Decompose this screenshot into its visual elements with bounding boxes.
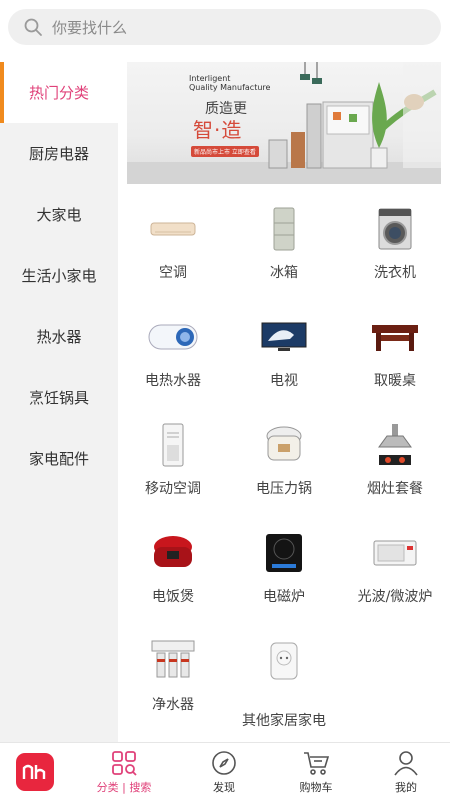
- product-washing-machine[interactable]: 洗衣机: [340, 190, 450, 300]
- promo-banner[interactable]: Interligent Quality Manufacture 质造更 智·造 …: [127, 62, 441, 184]
- product-label: 电热水器: [145, 373, 201, 389]
- product-label: 烟灶套餐: [367, 481, 423, 497]
- product-fridge[interactable]: 冰箱: [229, 190, 339, 300]
- washing-machine-icon: [365, 204, 425, 254]
- product-pressure-cooker[interactable]: 电压力锅: [229, 406, 339, 516]
- search-bar: 你要找什么: [0, 0, 450, 58]
- search-icon: [22, 16, 44, 38]
- tab-profile[interactable]: 我的: [366, 743, 446, 800]
- air-conditioner-icon: [143, 204, 203, 254]
- tab-label: 发现: [213, 781, 235, 794]
- product-label: 取暖桌: [374, 373, 416, 389]
- tab-label: 分类 | 搜索: [96, 781, 152, 794]
- product-label: 电视: [270, 373, 298, 389]
- banner-tag: 新品尚市上市 立即查看: [191, 146, 259, 157]
- user-icon: [391, 749, 421, 777]
- pressure-cooker-icon: [254, 420, 314, 470]
- product-rice-cooker[interactable]: 电饭煲: [118, 514, 228, 624]
- tab-cart[interactable]: 购物车: [276, 743, 356, 800]
- water-purifier-icon: [143, 636, 203, 686]
- tab-label: 我的: [395, 781, 417, 794]
- product-heating-table[interactable]: 取暖桌: [340, 298, 450, 408]
- product-portable-ac[interactable]: 移动空调: [118, 406, 228, 516]
- fridge-icon: [254, 204, 314, 254]
- product-smart-plug[interactable]: 其他家居家电: [229, 622, 339, 732]
- product-label: 电饭煲: [152, 589, 194, 605]
- heating-table-icon: [365, 312, 425, 362]
- product-microwave[interactable]: 光波/微波炉: [340, 514, 450, 624]
- bottom-tabbar: 分类 | 搜索 发现 购物车 我的: [0, 742, 450, 800]
- app-logo: [16, 753, 54, 791]
- banner-zh-line2: 智·造: [193, 118, 243, 142]
- electric-water-heater-icon: [143, 312, 203, 362]
- sidebar-item-hot[interactable]: 热门分类: [0, 62, 118, 123]
- cart-icon: [301, 749, 331, 777]
- product-air-conditioner[interactable]: 空调: [118, 190, 228, 300]
- banner-en-text: Interligent Quality Manufacture: [189, 74, 271, 92]
- hood-stove-icon: [365, 420, 425, 470]
- induction-cooker-icon: [254, 528, 314, 578]
- product-tv[interactable]: 电视: [229, 298, 339, 408]
- product-water-purifier[interactable]: 净水器: [118, 622, 228, 732]
- tab-discover[interactable]: 发现: [184, 743, 264, 800]
- sidebar-item-accessories[interactable]: 家电配件: [0, 428, 118, 489]
- tab-label: 购物车: [299, 781, 333, 794]
- product-label: 移动空调: [145, 481, 201, 497]
- tv-icon: [254, 312, 314, 362]
- product-label: 其他家居家电: [242, 713, 326, 729]
- search-input[interactable]: 你要找什么: [8, 9, 441, 45]
- product-label: 冰箱: [270, 265, 298, 281]
- product-hood-stove[interactable]: 烟灶套餐: [340, 406, 450, 516]
- sidebar-item-water-heater[interactable]: 热水器: [0, 306, 118, 367]
- product-label: 电磁炉: [263, 589, 305, 605]
- search-placeholder: 你要找什么: [52, 18, 128, 37]
- sidebar-item-cookware[interactable]: 烹饪锅具: [0, 367, 118, 428]
- tab-category-search[interactable]: 分类 | 搜索: [84, 743, 164, 800]
- sidebar-item-large-appliance[interactable]: 大家电: [0, 184, 118, 245]
- category-icon: [109, 749, 139, 777]
- portable-ac-icon: [143, 420, 203, 470]
- product-label: 光波/微波炉: [357, 589, 433, 605]
- product-label: 净水器: [152, 697, 194, 713]
- category-sidebar: 热门分类 厨房电器 大家电 生活小家电 热水器 烹饪锅具 家电配件: [0, 62, 118, 742]
- product-label: 洗衣机: [374, 265, 416, 281]
- product-induction-cooker[interactable]: 电磁炉: [229, 514, 339, 624]
- smart-plug-icon: [254, 636, 314, 686]
- compass-icon: [209, 749, 239, 777]
- rice-cooker-icon: [143, 528, 203, 578]
- sidebar-item-kitchen[interactable]: 厨房电器: [0, 123, 118, 184]
- product-electric-water-heater[interactable]: 电热水器: [118, 298, 228, 408]
- microwave-icon: [365, 528, 425, 578]
- product-label: 空调: [159, 265, 187, 281]
- product-label: 电压力锅: [256, 481, 312, 497]
- sidebar-item-small-appliance[interactable]: 生活小家电: [0, 245, 118, 306]
